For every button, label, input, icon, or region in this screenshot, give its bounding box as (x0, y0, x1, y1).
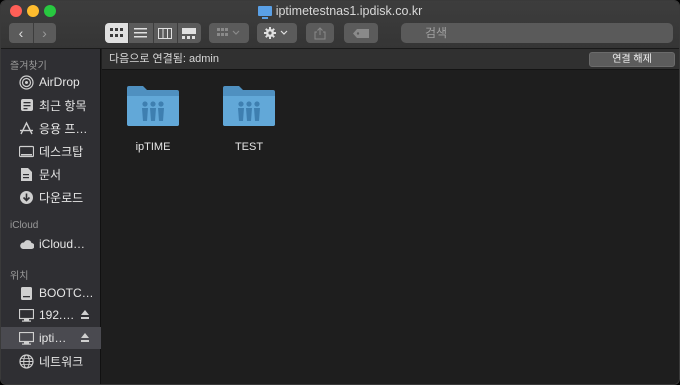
sidebar-item-label: 응용 프… (39, 121, 88, 136)
folder-item[interactable]: TEST (204, 84, 294, 153)
gear-icon (264, 27, 288, 39)
icon-view-button[interactable] (105, 23, 129, 43)
downloads-icon (19, 190, 34, 205)
shared-folder-icon (127, 86, 179, 126)
tag-icon (353, 28, 369, 38)
grid-icon (109, 28, 123, 37)
eject-icon[interactable] (81, 333, 89, 342)
folder-item[interactable]: ipTIME (108, 84, 198, 153)
sidebar: 즐겨찾기 AirDrop 최근 항목 응용 프… 데스크탑 문서 다운로드 iC… (1, 49, 101, 384)
toolbar: iptimetestnas1.ipdisk.co.kr ‹ › (1, 1, 679, 49)
sidebar-item-bootcamp[interactable]: BOOTC… (1, 282, 101, 304)
disk-icon (19, 286, 34, 301)
airdrop-icon (19, 74, 34, 90)
recents-icon (19, 98, 34, 113)
share-icon (314, 26, 326, 39)
file-area: ipTIME TEST (102, 71, 679, 384)
monitor-icon (19, 308, 34, 323)
connection-bar: 다음으로 연결됨: admin 연결 해제 (102, 49, 679, 70)
disconnect-button[interactable]: 연결 해제 (589, 52, 675, 67)
sidebar-item-label: ipti… (39, 331, 67, 345)
finder-window: iptimetestnas1.ipdisk.co.kr ‹ › 검색 즐겨찾기 … (0, 0, 680, 385)
icloud-header: iCloud (10, 220, 39, 231)
desktop-icon (19, 144, 34, 159)
list-view-button[interactable] (128, 23, 152, 43)
sidebar-item-label: 네트워크 (39, 354, 84, 369)
chevron-right-icon: › (42, 25, 47, 41)
group-button[interactable] (209, 23, 249, 43)
sidebar-item-recents[interactable]: 최근 항목 (1, 94, 101, 116)
sidebar-item-network[interactable]: 네트워크 (1, 350, 101, 372)
sidebar-item-label: 문서 (39, 167, 62, 182)
network-icon (19, 353, 34, 369)
share-button[interactable] (306, 23, 334, 43)
tag-button[interactable] (344, 23, 378, 43)
window-title: iptimetestnas1.ipdisk.co.kr (1, 3, 679, 19)
sidebar-item-label: 192.… (39, 308, 75, 322)
sidebar-item-label: BOOTC… (39, 286, 94, 300)
search-input[interactable] (401, 23, 673, 43)
sidebar-item-label: iCloud… (39, 237, 86, 251)
gallery-view-button[interactable] (176, 23, 201, 43)
columns-icon (158, 27, 173, 39)
applications-icon (19, 120, 34, 136)
navigation-buttons: ‹ › (9, 23, 56, 43)
sidebar-item-iptime-server[interactable]: ipti… (1, 327, 101, 349)
sidebar-item-downloads[interactable]: 다운로드 (1, 186, 101, 208)
folder-name: ipTIME (135, 141, 171, 153)
back-button[interactable]: ‹ (10, 23, 33, 43)
sidebar-item-desktop[interactable]: 데스크탑 (1, 140, 101, 162)
action-button[interactable] (257, 23, 297, 43)
sidebar-item-label: 데스크탑 (39, 144, 84, 159)
favorites-header: 즐겨찾기 (10, 61, 47, 72)
icloud-icon (19, 237, 34, 252)
chevron-left-icon: ‹ (18, 25, 24, 41)
list-icon (134, 28, 148, 38)
server-monitor-icon (257, 6, 272, 19)
documents-icon (19, 167, 34, 182)
folder-name: TEST (234, 141, 264, 153)
sidebar-item-applications[interactable]: 응용 프… (1, 117, 101, 139)
sidebar-item-label: 최근 항목 (39, 98, 87, 113)
connected-as-text: 다음으로 연결됨: admin (109, 53, 219, 65)
group-grid-icon (217, 28, 240, 36)
monitor-icon (19, 331, 34, 346)
column-view-button[interactable] (152, 23, 177, 43)
sidebar-item-airdrop[interactable]: AirDrop (1, 71, 101, 93)
shared-folder-icon (223, 86, 275, 126)
locations-header: 위치 (10, 271, 29, 282)
gallery-icon (182, 27, 197, 39)
sidebar-item-label: AirDrop (39, 75, 80, 89)
forward-button[interactable]: › (32, 23, 56, 43)
sidebar-item-icloud-drive[interactable]: iCloud… (1, 233, 101, 255)
sidebar-item-documents[interactable]: 문서 (1, 163, 101, 185)
eject-icon[interactable] (81, 310, 89, 319)
view-switcher (105, 23, 201, 43)
sidebar-item-server-192[interactable]: 192.… (1, 304, 101, 326)
sidebar-item-label: 다운로드 (39, 190, 84, 205)
